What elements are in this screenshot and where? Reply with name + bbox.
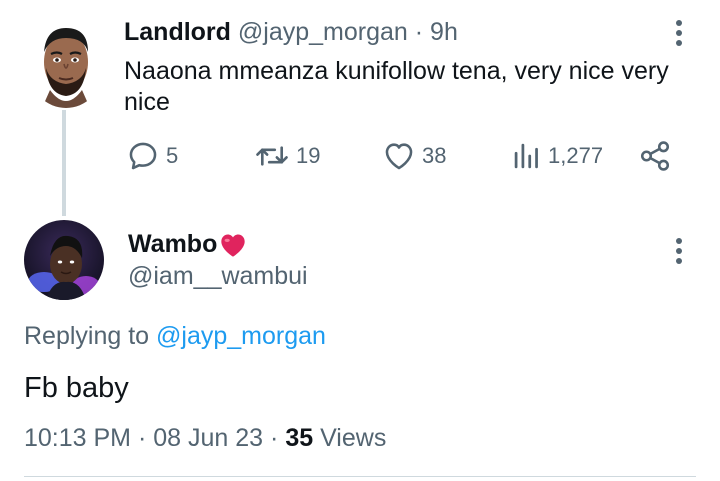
parent-more-options-button[interactable] (664, 18, 694, 48)
reply-handle[interactable]: @iam__wambui (128, 262, 308, 291)
more-vertical-icon (676, 20, 682, 46)
reply-meta-separator: · (137, 424, 147, 452)
reply-date[interactable]: 08 Jun 23 (153, 424, 263, 452)
share-icon (640, 141, 670, 171)
parent-handle[interactable]: @jayp_morgan (238, 18, 408, 46)
parent-tweet-text: Naaona mmeanza kunifollow tena, very nic… (124, 57, 669, 116)
reply-tweet-text: Fb baby (24, 372, 129, 404)
reply-meta-line: 10:13 PM · 08 Jun 23 · 35 Views (24, 424, 386, 453)
replying-to-line: Replying to @jayp_morgan (24, 322, 326, 351)
more-vertical-icon (676, 238, 682, 264)
avatar-landlord[interactable] (30, 20, 102, 108)
heart-icon (385, 143, 413, 170)
bottom-divider (24, 476, 696, 477)
reply-icon (129, 142, 157, 170)
reply-display-name[interactable]: Wambo (128, 230, 217, 259)
retweet-icon (256, 146, 288, 166)
views-action-button[interactable]: 1,277 (512, 138, 603, 174)
replying-to-mention-link[interactable]: @jayp_morgan (156, 322, 326, 350)
replying-to-prefix: Replying to (24, 322, 150, 350)
parent-display-name[interactable]: Landlord (124, 18, 231, 46)
reply-more-options-button[interactable] (664, 236, 694, 266)
red-heart-emoji-icon (221, 234, 246, 257)
share-action-button[interactable] (638, 138, 672, 174)
reply-display-name-row: Wambo (128, 230, 247, 259)
reply-meta-separator-2: · (270, 424, 279, 452)
parent-meta-separator: · (414, 18, 424, 46)
like-count: 38 (422, 143, 447, 168)
like-action-button[interactable]: 38 (382, 138, 446, 174)
analytics-icon (514, 143, 538, 169)
reply-views-label[interactable]: Views (320, 424, 386, 452)
parent-tweet-header: Landlord @jayp_morgan · 9h (124, 18, 458, 47)
reply-views-count[interactable]: 35 (285, 424, 313, 452)
avatar-wambo[interactable] (24, 220, 104, 300)
reply-action-button[interactable]: 5 (126, 138, 178, 174)
reply-time[interactable]: 10:13 PM (24, 424, 131, 452)
views-count: 1,277 (548, 143, 604, 168)
retweet-action-button[interactable]: 19 (254, 138, 320, 174)
thread-connector-line (62, 110, 66, 216)
reply-count: 5 (166, 143, 179, 168)
retweet-count: 19 (296, 143, 321, 168)
parent-timestamp[interactable]: 9h (430, 18, 458, 46)
